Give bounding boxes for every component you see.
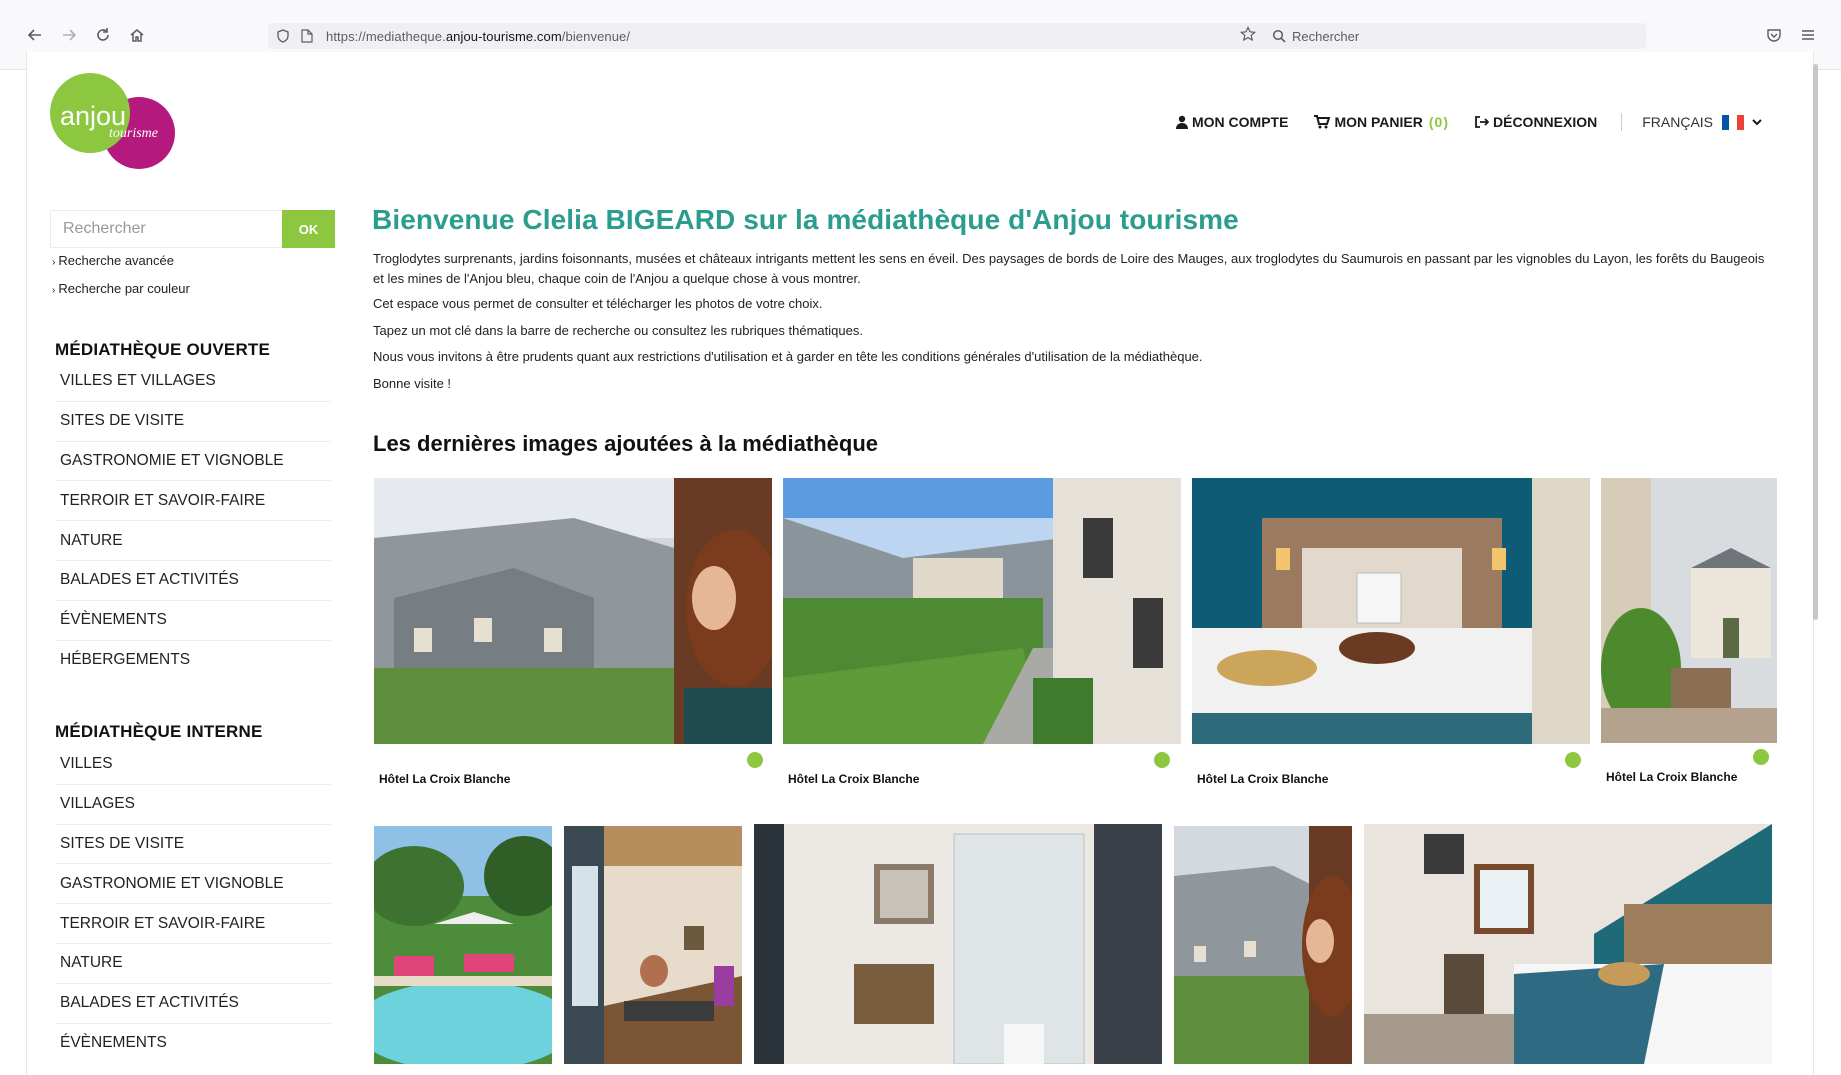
image-card[interactable]: Hôtel La Croix Blanche — [783, 478, 1181, 788]
browser-search-bar[interactable]: Rechercher — [1262, 23, 1646, 49]
photo-hotel-roofs-woman-small[interactable] — [1174, 826, 1352, 1064]
availability-dot — [1565, 752, 1581, 768]
advanced-search-link[interactable]: › Recherche avancée — [52, 253, 174, 268]
photo-hotel-facade-street[interactable] — [1601, 478, 1777, 743]
image-card[interactable]: Hôtel La Croix Blanche — [1601, 478, 1777, 788]
url-text: https://mediatheque.anjou-tourisme.com/b… — [326, 28, 631, 44]
menu-icon[interactable] — [1797, 24, 1819, 46]
bookmark-star-icon[interactable] — [1240, 26, 1256, 45]
image-caption[interactable]: Hôtel La Croix Blanche — [1606, 770, 1737, 784]
welcome-title: Bienvenue Clelia BIGEARD sur la médiathè… — [372, 204, 1239, 235]
back-icon[interactable] — [24, 24, 46, 46]
search-ok-button[interactable]: OK — [282, 210, 335, 248]
color-search-link[interactable]: › Recherche par couleur — [52, 281, 190, 296]
reload-icon[interactable] — [92, 24, 114, 46]
intro-paragraph: Tapez un mot clé dans la barre de recher… — [373, 323, 863, 338]
image-card[interactable] — [374, 826, 552, 1064]
sidebar-item-balades[interactable]: BALADES ET ACTIVITÉS — [55, 561, 331, 601]
sidebar-item-villes-et-villages[interactable]: VILLES ET VILLAGES — [55, 362, 331, 402]
language-label: FRANÇAIS — [1642, 114, 1714, 130]
sidebar-item-gastronomie[interactable]: GASTRONOMIE ET VIGNOBLE — [55, 442, 331, 482]
sidebar-item-villes[interactable]: VILLES — [55, 745, 331, 785]
sidebar-item-sites-de-visite[interactable]: SITES DE VISITE — [55, 402, 331, 442]
user-icon — [1176, 115, 1188, 129]
photo-pool-loungers[interactable] — [374, 826, 552, 1064]
url-bar[interactable]: https://mediatheque.anjou-tourisme.com/b… — [268, 23, 1268, 49]
photo-bedroom-blue-wall[interactable] — [1364, 824, 1772, 1064]
photo-bathroom-shower[interactable] — [754, 824, 1162, 1064]
availability-dot — [1154, 752, 1170, 768]
internal-library-title: MÉDIATHÈQUE INTERNE — [55, 722, 263, 741]
intro-paragraph: Nous vous invitons à être prudents quant… — [373, 349, 1203, 364]
forward-icon[interactable] — [58, 24, 80, 46]
browser-search-placeholder: Rechercher — [1292, 28, 1360, 44]
anjou-tourisme-logo[interactable]: anjou tourisme — [50, 72, 180, 172]
logout-icon — [1475, 116, 1489, 128]
image-card[interactable] — [1364, 824, 1772, 1064]
sidebar-search: OK — [50, 210, 335, 248]
sidebar-item-hebergements[interactable]: HÉBERGEMENTS — [55, 641, 331, 681]
intro-paragraph: Bonne visite ! — [373, 376, 452, 391]
my-cart-label: MON PANIER — [1334, 114, 1423, 130]
availability-dot — [1753, 749, 1769, 765]
cart-count-badge: (0) — [1428, 114, 1449, 130]
intro-paragraph: Cet espace vous permet de consulter et t… — [373, 296, 823, 311]
my-account-link[interactable]: MON COMPTE — [1176, 114, 1288, 130]
image-card[interactable]: Hôtel La Croix Blanche — [1192, 478, 1590, 788]
sidebar-item-internal-nature[interactable]: NATURE — [55, 944, 331, 984]
intro-paragraph: Troglodytes surprenants, jardins foisonn… — [373, 251, 1765, 286]
pocket-icon[interactable] — [1763, 24, 1785, 46]
image-caption[interactable]: Hôtel La Croix Blanche — [379, 772, 510, 786]
home-icon[interactable] — [126, 24, 148, 46]
my-account-label: MON COMPTE — [1192, 114, 1289, 130]
image-card[interactable]: Hôtel La Croix Blanche — [374, 478, 772, 788]
cart-icon — [1314, 115, 1331, 129]
photo-hotel-bedroom-reading[interactable] — [1192, 478, 1590, 744]
image-caption[interactable]: Hôtel La Croix Blanche — [1197, 772, 1328, 786]
logo-word-tourisme: tourisme — [109, 126, 158, 141]
image-card[interactable] — [564, 826, 742, 1064]
logout-label: DÉCONNEXION — [1493, 114, 1598, 130]
image-card[interactable] — [1174, 826, 1352, 1064]
header-nav: MON COMPTE MON PANIER (0) DÉCONNEXION FR… — [1176, 112, 1792, 132]
nav-divider — [1621, 113, 1623, 131]
image-caption[interactable]: Hôtel La Croix Blanche — [788, 772, 919, 786]
sidebar-item-villages[interactable]: VILLAGES — [55, 785, 331, 825]
image-card[interactable] — [754, 824, 1162, 1064]
logout-link[interactable]: DÉCONNEXION — [1475, 114, 1597, 130]
chevron-down-icon — [1752, 119, 1762, 126]
internal-library-menu: VILLES VILLAGES SITES DE VISITE GASTRONO… — [55, 745, 331, 1063]
sidebar-item-evenements[interactable]: ÉVÈNEMENTS — [55, 601, 331, 641]
sidebar-item-internal-evenements[interactable]: ÉVÈNEMENTS — [55, 1024, 331, 1064]
photo-dining-room[interactable] — [564, 826, 742, 1064]
search-icon — [1272, 29, 1286, 43]
french-flag-icon — [1722, 114, 1745, 130]
photo-hotel-roofs-woman[interactable] — [374, 478, 772, 744]
sidebar-search-input[interactable] — [50, 210, 282, 248]
latest-images-title: Les dernières images ajoutées à la média… — [373, 431, 878, 456]
sidebar-item-internal-sites[interactable]: SITES DE VISITE — [55, 825, 331, 865]
sidebar-item-internal-balades[interactable]: BALADES ET ACTIVITÉS — [55, 984, 331, 1024]
sidebar-item-internal-gastronomie[interactable]: GASTRONOMIE ET VIGNOBLE — [55, 864, 331, 905]
availability-dot — [747, 752, 763, 768]
sidebar-item-terroir[interactable]: TERROIR ET SAVOIR-FAIRE — [55, 481, 331, 522]
page-icon[interactable] — [298, 27, 316, 45]
shield-icon[interactable] — [274, 27, 292, 45]
open-library-title: MÉDIATHÈQUE OUVERTE — [55, 340, 271, 359]
photo-hotel-garden-path[interactable] — [783, 478, 1181, 744]
language-selector[interactable]: FRANÇAIS — [1642, 114, 1766, 130]
open-library-menu: VILLES ET VILLAGES SITES DE VISITE GASTR… — [55, 362, 331, 680]
page-scrollbar[interactable] — [1813, 64, 1818, 620]
my-cart-link[interactable]: MON PANIER (0) — [1314, 114, 1449, 130]
sidebar-item-internal-terroir[interactable]: TERROIR ET SAVOIR-FAIRE — [55, 904, 331, 944]
sidebar-item-nature[interactable]: NATURE — [55, 521, 331, 561]
